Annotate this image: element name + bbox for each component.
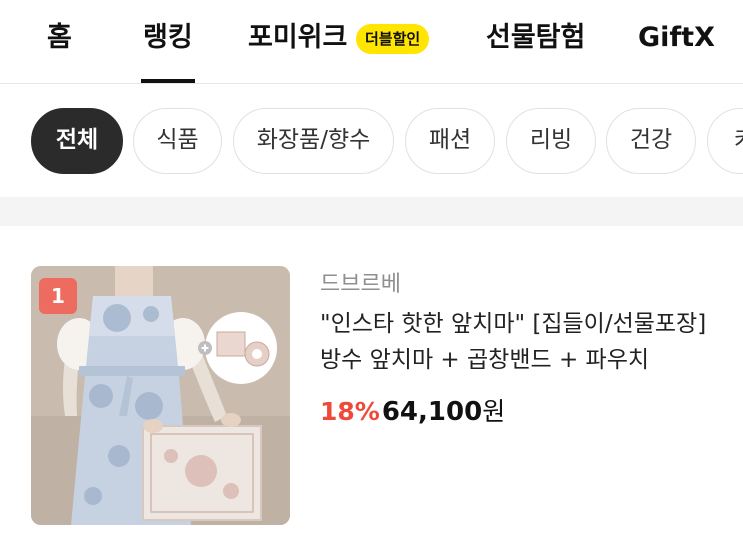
section-divider [0, 197, 743, 226]
chip-beauty[interactable]: 화장품/향수 [233, 108, 394, 174]
chip-all[interactable]: 전체 [31, 108, 123, 174]
discount-rate: 18% [320, 397, 380, 426]
product-price: 64,100 [381, 397, 483, 427]
product-brand[interactable]: 드브르베 [320, 266, 401, 298]
tab-giftx[interactable]: GiftX [638, 20, 715, 56]
top-nav: 홈 랭킹 포미위크 더블할인 선물탐험 GiftX [0, 0, 743, 84]
double-discount-badge: 더블할인 [356, 24, 430, 54]
tab-ranking[interactable]: 랭킹 [141, 20, 195, 83]
product-title[interactable]: "인스타 핫한 앞치마" [집들이/선물포장] 방수 앞치마 + 곱창밴드 + … [320, 306, 715, 378]
tab-gift-explore[interactable]: 선물탐험 [486, 20, 585, 56]
chip-more[interactable]: 카 [707, 108, 743, 174]
price-row: 18%64,100원 [320, 392, 506, 427]
tab-formeweek[interactable]: 포미위크 [248, 20, 347, 56]
chip-fashion[interactable]: 패션 [405, 108, 495, 174]
category-chips: 전체 식품 화장품/향수 패션 리빙 건강 카 [0, 85, 743, 197]
product-image[interactable]: 1 [31, 266, 290, 525]
rank-badge: 1 [39, 278, 77, 314]
ranking-page: 홈 랭킹 포미위크 더블할인 선물탐험 GiftX 전체 식품 화장품/향수 패… [0, 0, 743, 539]
chip-living[interactable]: 리빙 [506, 108, 596, 174]
currency-unit: 원 [482, 397, 506, 426]
tab-home[interactable]: 홈 [47, 20, 72, 56]
product-card[interactable]: 1 드브르베 "인스타 핫한 앞치마" [집들이/선물포장] 방수 앞치마 + … [0, 226, 743, 539]
chip-food[interactable]: 식품 [133, 108, 222, 174]
chip-health[interactable]: 건강 [606, 108, 696, 174]
